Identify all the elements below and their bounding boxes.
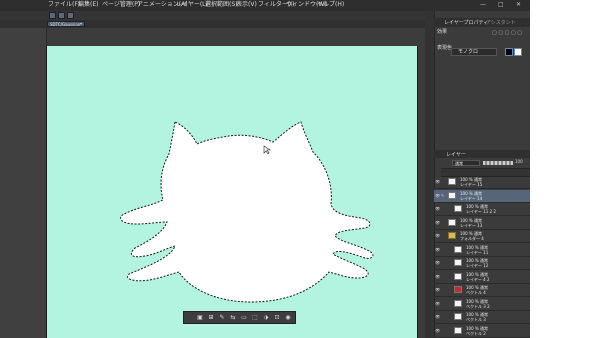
tab-assistant[interactable]: アシスタント: [486, 19, 516, 26]
layer-name: レイヤー 11 2 2: [466, 209, 496, 214]
minimize-icon[interactable]: —: [480, 1, 486, 8]
layer-name: レイヤー 14: [460, 195, 483, 201]
layer-thumbnail: [448, 191, 456, 199]
eye-icon[interactable]: 👁: [435, 233, 440, 238]
canvas-left-border: [46, 46, 47, 338]
menu-edit[interactable]: 編集(E): [78, 1, 98, 9]
layer-row[interactable]: 👁 100 % 通常 レイヤー 4 2: [434, 271, 530, 284]
eye-icon[interactable]: 👁: [435, 193, 440, 198]
selection-launcher: ▣ ⊞ ✎ ⇆ ▭ ⬚ ⬗ ⊡ ◉: [183, 311, 296, 324]
selection-shrink-icon[interactable]: ⬚: [251, 314, 259, 322]
chevron-down-icon[interactable]: ▾: [80, 21, 82, 26]
layer-name: フォルダー 4: [460, 236, 484, 241]
pen-icon: ✎: [441, 192, 445, 198]
selection-invert-icon[interactable]: ⇆: [229, 314, 237, 322]
eye-icon[interactable]: 👁: [435, 179, 440, 184]
selection-more-icon[interactable]: ◉: [284, 314, 292, 322]
layer-name: レイヤー 12: [466, 263, 489, 268]
folder-icon: [448, 232, 456, 239]
tab-layer[interactable]: レイヤー: [446, 151, 466, 158]
menu-file[interactable]: ファイル(F): [48, 1, 80, 9]
selection-fill-icon[interactable]: ⬗: [262, 314, 270, 322]
sub-color-swatch[interactable]: [514, 48, 522, 56]
opacity-value[interactable]: 100: [515, 159, 523, 164]
menu-help[interactable]: ヘルプ(H): [317, 1, 344, 9]
menu-view[interactable]: 表示(V): [236, 1, 257, 9]
main-color-swatch[interactable]: [505, 48, 513, 56]
layer-thumbnail: [454, 286, 462, 293]
layer-name: ベクトル 3: [466, 317, 486, 322]
brush-tool-icon[interactable]: [58, 12, 65, 19]
selection-transform-icon[interactable]: ⊡: [273, 314, 281, 322]
eye-icon[interactable]: 👁: [435, 274, 440, 279]
eye-icon[interactable]: 👁: [435, 301, 440, 306]
layer-name: レイヤー 13: [460, 222, 483, 228]
layer-list: 👁 100 % 通常 レイヤー 15 👁 ✎ 100 % 通常 レイヤー 14 👁 100 % …: [434, 176, 530, 338]
property-tabs: レイヤープロパティ アシスタント: [434, 18, 530, 27]
blend-mode-select[interactable]: 通常: [452, 160, 480, 166]
tab-layer-property[interactable]: レイヤープロパティ: [444, 19, 488, 26]
layer-row[interactable]: 👁 100 % 通常 レイヤー 13: [434, 217, 530, 230]
layer-thumbnail: [454, 313, 462, 320]
layer-row[interactable]: 👁 100 % 通常 レイヤー 11: [434, 244, 530, 257]
menu-selection[interactable]: 選択範囲(S): [205, 1, 238, 9]
maximize-icon[interactable]: □: [498, 1, 504, 8]
effect-buttons-icon[interactable]: ▢ ▢ ▢ ▢ ▢: [492, 30, 522, 36]
layer-name: レイヤー 11: [466, 249, 489, 255]
close-icon[interactable]: ✕: [516, 1, 521, 8]
expression-color-select[interactable]: モノクロ: [451, 48, 497, 56]
eye-icon[interactable]: 👁: [435, 328, 440, 333]
selection-grid-icon[interactable]: ⊞: [207, 314, 215, 322]
menu-page[interactable]: ページ管理(P): [102, 1, 140, 9]
canvas-top-margin: [47, 28, 417, 46]
layer-row[interactable]: 👁 ✎ 100 % 通常 レイヤー 14: [434, 189, 530, 203]
eye-icon[interactable]: 👁: [435, 206, 440, 211]
layer-row[interactable]: 👁 100 % 通常 レイヤー 12: [434, 257, 530, 270]
layer-row[interactable]: 👁 100 % 通常 ベクトル 2: [434, 325, 530, 338]
layer-name: ベクトル 2: [466, 330, 486, 336]
layer-name: ベクトル 3 2: [466, 303, 490, 309]
tool-property-bar: [0, 11, 425, 20]
eye-icon[interactable]: 👁: [435, 260, 440, 265]
app-window: ファイル(F) 編集(E) ページ管理(P) アニメーション(A) レイヤー(L…: [0, 0, 530, 338]
layer-row[interactable]: 👁 100 % 通常 ベクトル 3 2: [434, 298, 530, 311]
selection-expand-icon[interactable]: ▭: [240, 314, 248, 322]
layer-thumbnail: [454, 272, 462, 280]
selection-pen-icon[interactable]: ✎: [218, 314, 226, 322]
layer-thumbnail: [454, 299, 462, 307]
drawing-canvas[interactable]: [47, 46, 417, 338]
canvas-right-margin: [417, 28, 425, 338]
effect-title: 効果: [437, 29, 448, 35]
layer-thumbnail: [448, 178, 456, 185]
layer-row[interactable]: 👁 100 % 通常 レイヤー 15: [434, 176, 530, 189]
layer-thumbnail: [454, 205, 462, 212]
layer-thumbnail: [454, 259, 462, 266]
menu-layer[interactable]: レイヤー(L): [176, 1, 208, 9]
eye-icon[interactable]: 👁: [435, 220, 440, 225]
cat-selection-shape: [120, 121, 374, 303]
eraser-tool-icon[interactable]: [67, 12, 74, 19]
opacity-slider[interactable]: [483, 161, 513, 165]
layer-thumbnail: [454, 245, 462, 253]
eye-icon[interactable]: 👁: [435, 247, 440, 252]
layer-row[interactable]: 👁 100 % 通常 ベクトル 4: [434, 284, 530, 297]
layer-row[interactable]: 👁 100 % 通常 レイヤー 11 2 2: [434, 203, 530, 216]
eye-icon[interactable]: 👁: [435, 314, 440, 319]
layer-row[interactable]: 👁 100 % 通常 フォルダー 4: [434, 230, 530, 243]
layer-name: レイヤー 15: [460, 182, 483, 187]
layer-name: レイヤー 4 2: [466, 276, 490, 282]
outside-area: [530, 0, 600, 338]
canvas-right-border: [417, 46, 418, 338]
eye-icon[interactable]: 👁: [435, 287, 440, 292]
pen-tool-icon[interactable]: [49, 12, 56, 19]
layer-row[interactable]: 👁 100 % 通常 ベクトル 3: [434, 311, 530, 324]
layer-name: ベクトル 4: [466, 290, 486, 295]
layer-thumbnail: [454, 326, 462, 334]
expression-color-label: 表現色: [437, 45, 453, 51]
selection-options-icon[interactable]: ▣: [196, 314, 204, 322]
layer-thumbnail: [448, 218, 456, 226]
left-tool-strip: [0, 28, 47, 338]
